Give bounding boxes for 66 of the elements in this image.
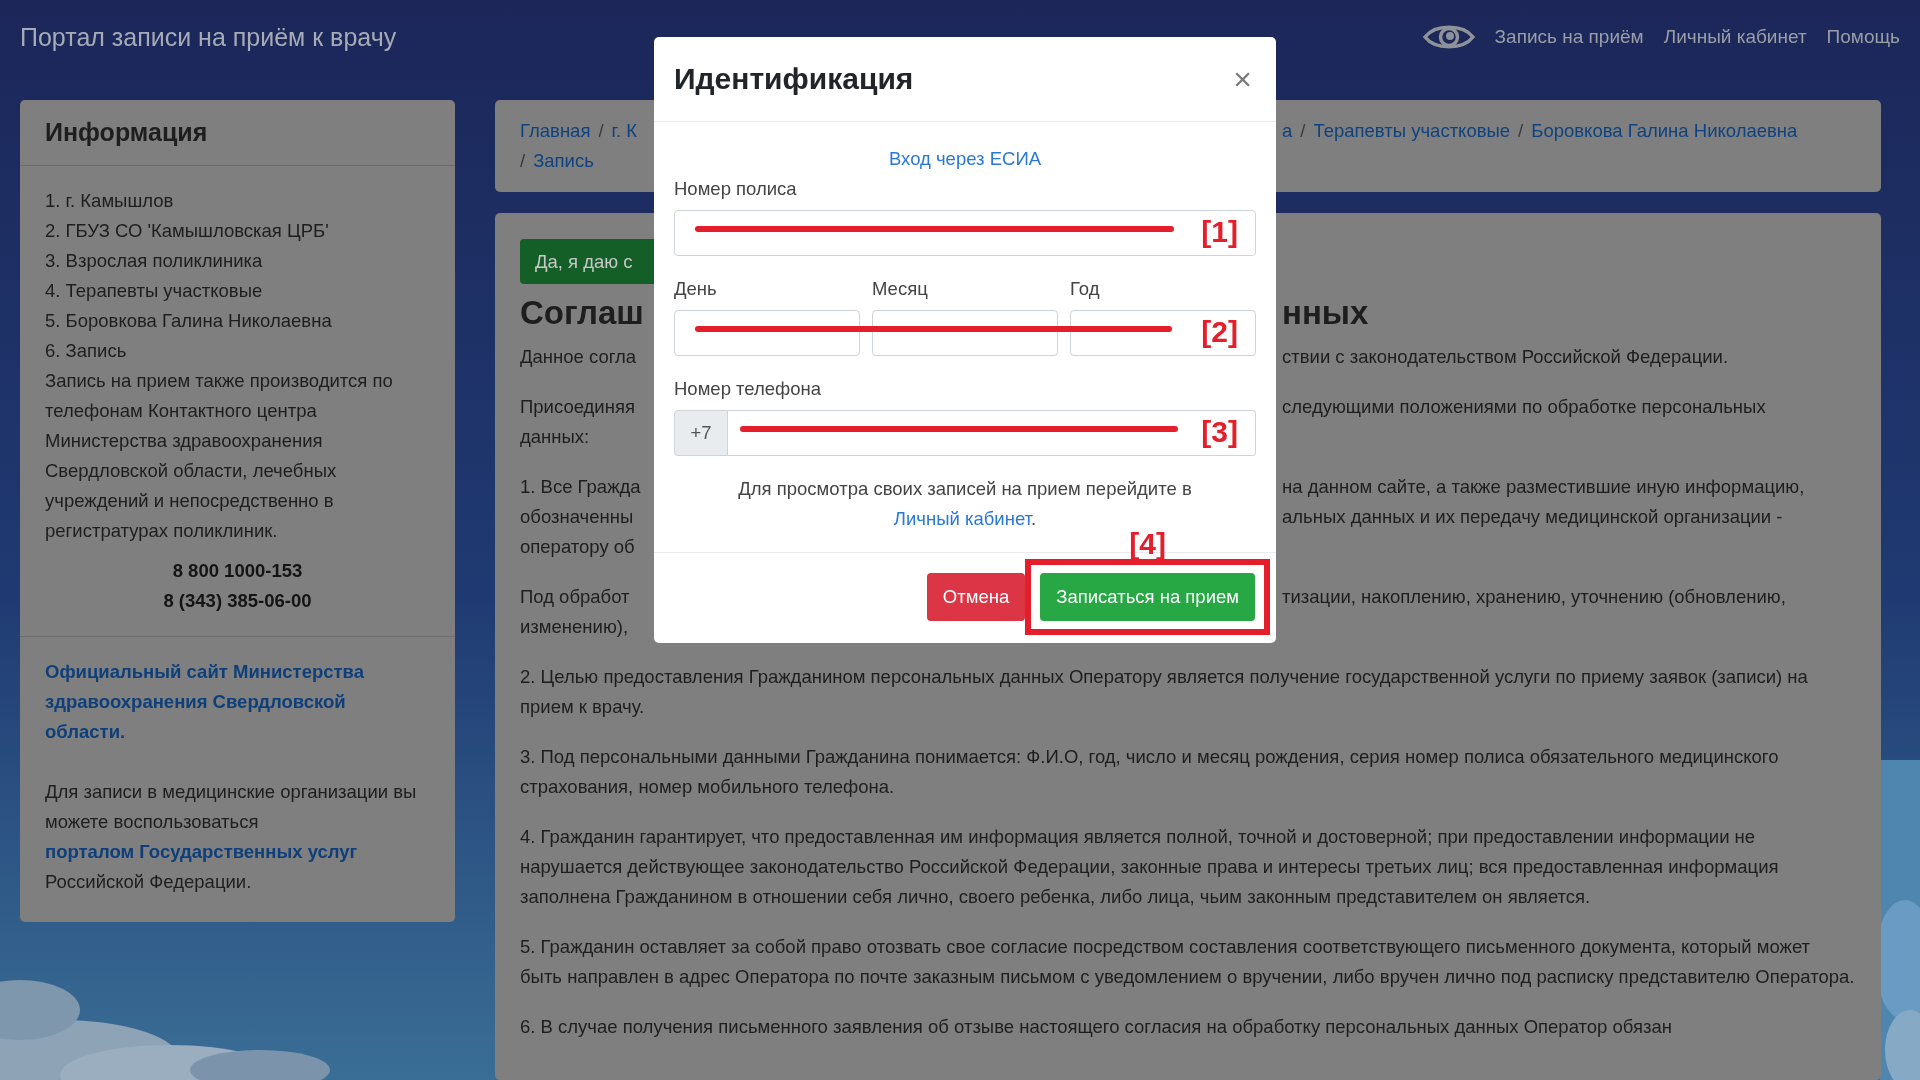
- cancel-button[interactable]: Отмена: [926, 573, 1026, 621]
- breadcrumb-separator: /: [598, 119, 604, 143]
- breadcrumb-link[interactable]: Запись: [533, 146, 594, 176]
- agreement-text: обозначенны: [520, 505, 634, 529]
- step-text: 4. Терапевты участковые: [45, 279, 264, 303]
- ministry-link[interactable]: Официальный сайт Министерства здравоохранения Свердловской области.: [45, 657, 430, 747]
- agreement-text: Данное согла: [520, 345, 637, 369]
- dialog-title: Идентификация: [674, 62, 914, 96]
- nav-link[interactable]: Личный кабинет: [1663, 26, 1807, 48]
- agreement-text: Под обработ: [520, 585, 630, 609]
- agreement-text: оператору об: [520, 535, 635, 559]
- breadcrumb-link[interactable]: а: [1282, 116, 1293, 146]
- step-text: 5. Боровкова Галина Николаевна: [45, 309, 333, 333]
- field-label: Номер телефона: [674, 377, 823, 401]
- hint-text: Для просмотра своих записей на прием перейдите в Личный кабинет.: [737, 477, 1193, 531]
- step-text: 6. Запись: [45, 339, 128, 363]
- info-text: Запись на прием также производится по телефонам Контактного центра Министерства здравоохранения Свердловской области, лечебных учреждений и непосредственно в регистратурах поликлиник.: [45, 369, 394, 543]
- breadcrumb-link[interactable]: Главная: [520, 116, 591, 146]
- submit-button[interactable]: Записаться на прием: [1040, 573, 1255, 621]
- breadcrumb-separator: /: [1300, 119, 1306, 143]
- nav-link[interactable]: Помощь: [1826, 26, 1900, 48]
- portal-link[interactable]: порталом Государственных услуг: [45, 841, 358, 862]
- field-label: Месяц: [872, 277, 929, 301]
- breadcrumb-separator: /: [520, 149, 526, 173]
- nav-link[interactable]: Запись на приём: [1494, 26, 1644, 48]
- phone-number: 8 800 1000-153: [171, 559, 304, 583]
- breadcrumb-separator: /: [1518, 119, 1524, 143]
- breadcrumb-link[interactable]: Боровкова Галина Николаевна: [1531, 116, 1798, 146]
- agreement-text: Присоединяя: [520, 395, 635, 419]
- agreement-text: 4. Гражданин гарантирует, что предоставленная им информация является полной, точной и достоверной; при предоставлении информации не нарушается действующее законодательство Российской Федерации, законные права и интересы третьих лиц; вся предоставленная информация заполнена Гражданином в отношении себя лично, своего ребенка, либо лица, чьим законным представителем он является.: [520, 825, 1780, 909]
- agreement-text: 5. Гражданин оставляет за собой право отозвать свое согласие посредством составления соответствующего письменного документа, который может быть направлен в адрес Оператора по почте заказным письмом с уведомлением о вручении, либо вручен лично под расписку представителю Оператора.: [520, 935, 1856, 989]
- step-text: 2. ГБУЗ СО 'Камышловская ЦРБ': [45, 219, 330, 243]
- breadcrumb-link[interactable]: г. К: [611, 116, 638, 146]
- agreement-heading: Соглаш: [520, 293, 644, 333]
- agreement-text: 2. Целью предоставления Гражданином персональных данных Оператору является получение государственной услуги по приему заявок (записи) на прием к врачу.: [520, 665, 1809, 719]
- close-button[interactable]: ×: [1229, 63, 1256, 95]
- agreement-text: данных:: [520, 425, 590, 449]
- site-title: Портал записи на приём к врачу: [20, 22, 397, 52]
- phone-number: 8 (343) 385-06-00: [162, 589, 313, 613]
- annotation-label: [1]: [1201, 217, 1238, 248]
- panel-title: Информация: [45, 118, 209, 147]
- breadcrumb-link[interactable]: Терапевты участковые: [1313, 116, 1511, 146]
- field-label: Номер полиса: [674, 177, 798, 201]
- step-text: 1. г. Камышлов: [45, 189, 175, 213]
- phone-prefix: +7: [674, 410, 728, 456]
- agreement-heading: нных: [1282, 293, 1369, 333]
- agreement-text: 3. Под персональными данными Гражданина понимается: Ф.И.О, год, число и месяц рождения, серия номер полиса обязательного медицинского страхования, номер мобильного телефона.: [520, 745, 1780, 799]
- consent-button[interactable]: Да, я даю с: [520, 239, 654, 284]
- agreement-text: 1. Все Гражда: [520, 475, 641, 499]
- agreement-text: тизации, накоплению, хранению, уточнению (обновлению,: [1282, 585, 1786, 609]
- agreement-text: изменению),: [520, 615, 629, 639]
- field-label: Год: [1070, 277, 1101, 301]
- step-text: 3. Взрослая поликлиника: [45, 249, 264, 273]
- annotation-label: [3]: [1201, 417, 1238, 448]
- agreement-text: на данном сайте, а также разместившие иную информацию,: [1282, 475, 1805, 499]
- account-link[interactable]: Личный кабинет: [893, 508, 1031, 529]
- agreement-text: следующими положениями по обработке персональных: [1282, 395, 1766, 419]
- esia-login-link[interactable]: Вход через ЕСИА: [888, 144, 1041, 174]
- agreement-text: ствии с законодательством Российской Федерации.: [1282, 345, 1729, 369]
- annotation-label: [2]: [1201, 317, 1238, 348]
- agreement-text: альных данных и их передачу медицинской организации -: [1282, 505, 1783, 529]
- annotation-label: [4]: [1129, 529, 1166, 559]
- info-text: Для записи в медицинские организации вы можете воспользоваться порталом Государственных услуг Российской Федерации.: [45, 780, 418, 894]
- input-field[interactable]: [1070, 310, 1256, 356]
- agreement-text: 6. В случае получения письменного заявления об отзыве настоящего согласия на обработку персональных данных Оператор обязан: [520, 1015, 1673, 1039]
- field-label: День: [674, 277, 718, 301]
